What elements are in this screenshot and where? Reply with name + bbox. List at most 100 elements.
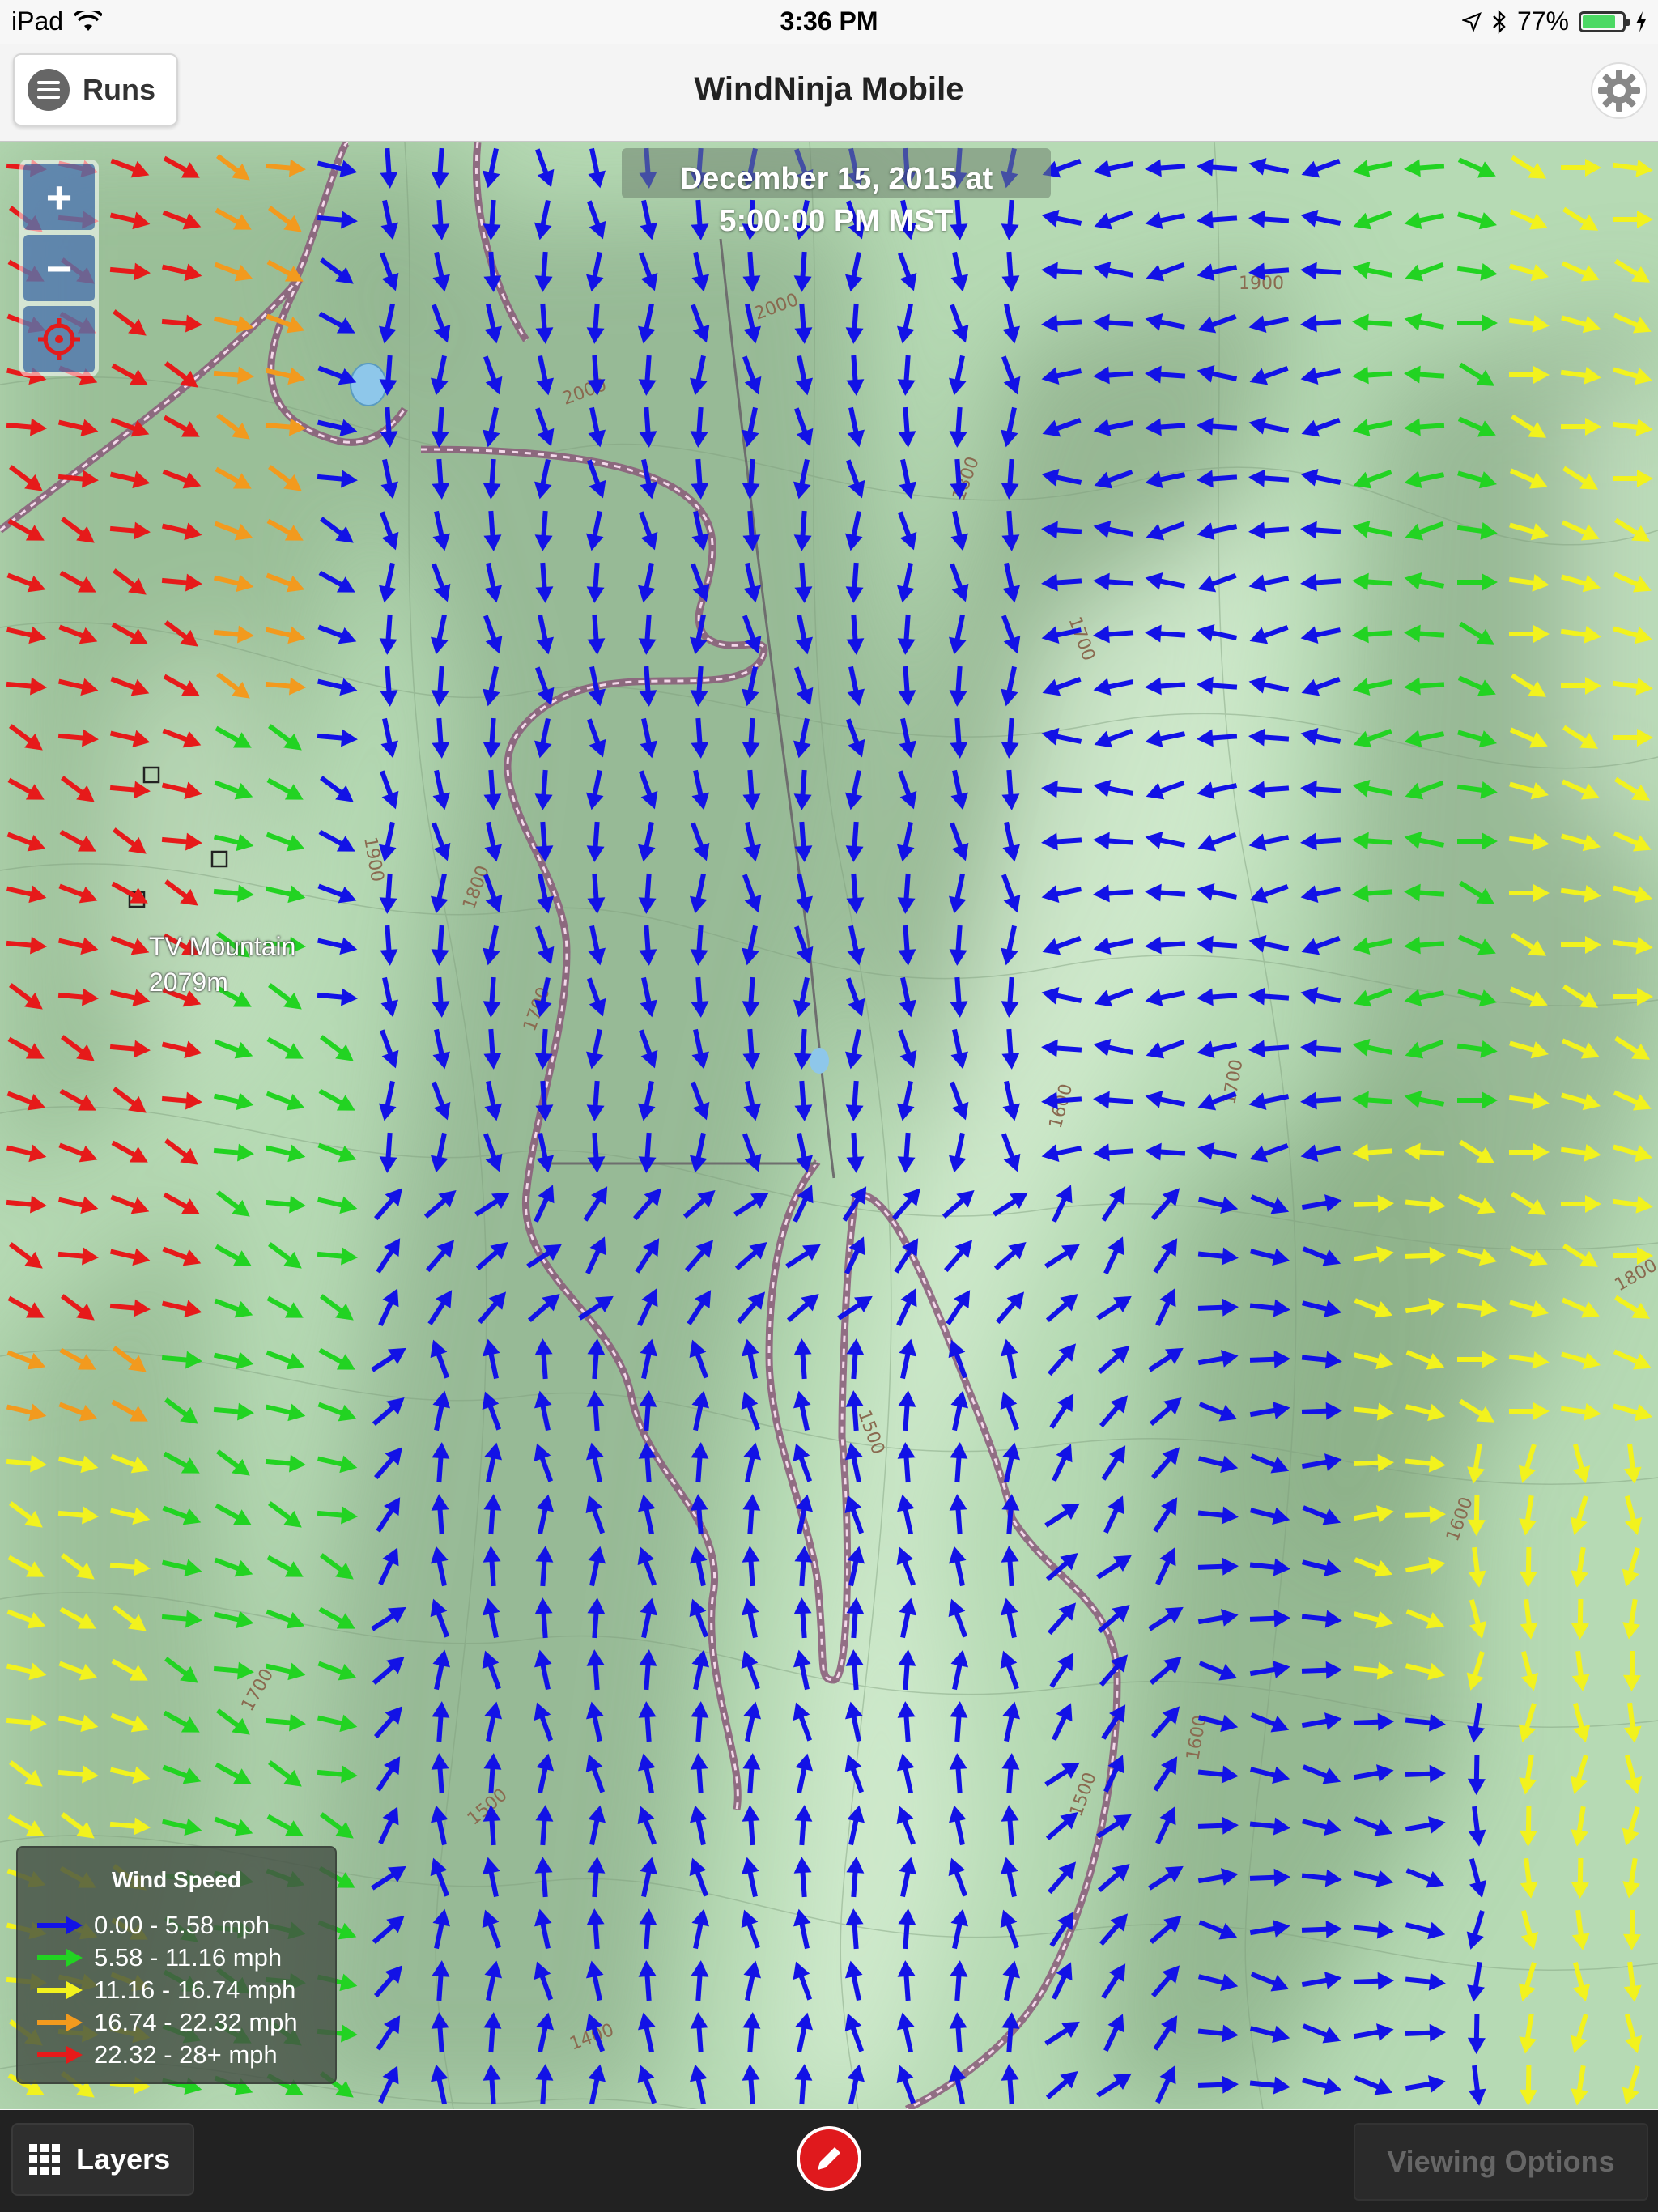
- wind-arrow: [1093, 779, 1134, 798]
- wind-arrow: [639, 406, 657, 448]
- wind-arrow: [113, 827, 147, 854]
- wind-arrow: [637, 303, 656, 344]
- wind-arrow: [844, 251, 863, 292]
- wind-arrow: [317, 1402, 357, 1422]
- wind-arrow: [266, 313, 305, 334]
- wind-arrow: [1197, 676, 1238, 695]
- wind-arrow: [534, 407, 555, 447]
- wind-arrow: [431, 1494, 449, 1535]
- wind-arrow: [7, 1036, 45, 1059]
- wind-arrow: [1197, 1142, 1238, 1160]
- wind-arrow: [1041, 521, 1082, 539]
- wind-arrow: [1249, 1299, 1290, 1317]
- wind-arrow: [1353, 210, 1392, 230]
- wind-arrow: [1198, 1920, 1238, 1940]
- wind-arrow: [110, 1194, 150, 1214]
- wind-arrow: [690, 666, 708, 707]
- wind-arrow: [1197, 1298, 1239, 1317]
- wind-arrow: [425, 1240, 455, 1273]
- wind-arrow: [1041, 262, 1082, 280]
- wind-arrow: [162, 1764, 202, 1784]
- wind-arrow: [6, 1454, 47, 1473]
- wind-arrow: [1561, 574, 1601, 593]
- wind-arrow: [587, 355, 606, 396]
- wind-arrow: [216, 154, 250, 181]
- wind-arrow: [1301, 1869, 1342, 1887]
- layers-button[interactable]: Layers: [11, 2123, 194, 2196]
- locate-button[interactable]: [23, 306, 95, 372]
- wind-arrow: [1197, 988, 1238, 1006]
- wind-arrow: [1197, 1506, 1239, 1525]
- wind-arrow: [690, 563, 710, 602]
- wind-arrow: [845, 977, 865, 1017]
- wind-arrow: [1101, 1445, 1126, 1481]
- wind-arrow: [793, 1649, 811, 1691]
- wind-arrow: [1520, 1910, 1539, 1950]
- zoom-in-button[interactable]: +: [23, 164, 95, 230]
- wind-arrow: [1560, 625, 1601, 644]
- wind-arrow: [1249, 1817, 1290, 1836]
- edit-button[interactable]: [797, 2126, 861, 2191]
- timestamp-date: December 15, 2015 at: [679, 162, 993, 196]
- wind-arrow: [793, 407, 814, 447]
- wind-arrow: [1352, 313, 1393, 332]
- wind-arrow: [484, 1701, 503, 1742]
- wind-arrow: [1467, 1702, 1485, 1743]
- wind-arrow: [637, 1806, 657, 1845]
- wind-arrow: [1613, 211, 1653, 228]
- wind-arrow: [432, 1960, 450, 2001]
- wind-arrow: [483, 1546, 501, 1587]
- gear-icon[interactable]: [1587, 58, 1652, 123]
- wind-arrow: [742, 1028, 761, 1070]
- wind-arrow: [431, 563, 451, 602]
- wind-arrow: [640, 458, 658, 500]
- wind-arrow: [1354, 1298, 1393, 1318]
- wind-arrow: [527, 1293, 560, 1323]
- legend-title: Wind Speed: [112, 1867, 241, 1892]
- wind-arrow: [898, 1908, 916, 1950]
- wind-arrow: [61, 1035, 95, 1061]
- wind-arrow: [265, 367, 306, 385]
- wind-arrow: [1093, 520, 1134, 538]
- wind-arrow: [1093, 572, 1134, 591]
- wind-map[interactable]: 2000 2000 1900 1900 1800 1800 1800 1700 …: [0, 142, 1658, 2109]
- wind-arrow: [794, 2064, 813, 2105]
- wind-arrow: [1093, 1143, 1134, 1162]
- wind-arrow: [430, 1132, 449, 1173]
- wind-arrow: [536, 1132, 555, 1173]
- wind-arrow: [483, 510, 502, 551]
- wind-arrow: [1300, 209, 1341, 228]
- wind-arrow: [1405, 1195, 1446, 1214]
- wind-arrow: [536, 355, 555, 396]
- wind-arrow: [950, 769, 969, 810]
- wind-arrow: [163, 155, 200, 178]
- wind-arrow: [1613, 729, 1653, 747]
- wind-arrow: [214, 521, 253, 541]
- wind-arrow: [1613, 313, 1652, 334]
- wind-arrow: [690, 1081, 710, 1121]
- wind-arrow: [1353, 1505, 1394, 1523]
- wind-arrow: [948, 355, 967, 396]
- wind-arrow: [691, 769, 710, 810]
- wind-arrow: [372, 1397, 405, 1427]
- wind-arrow: [1197, 1609, 1239, 1627]
- zoom-out-button[interactable]: −: [23, 235, 95, 301]
- wind-arrow: [1509, 727, 1548, 748]
- viewing-options-button[interactable]: Viewing Options: [1354, 2123, 1648, 2201]
- wind-arrow: [1457, 675, 1496, 696]
- wind-arrow: [536, 2012, 555, 2053]
- wind-arrow: [950, 1442, 968, 1483]
- wind-arrow: [846, 1857, 865, 1898]
- wind-arrow: [1248, 262, 1290, 281]
- wind-arrow: [9, 983, 43, 1010]
- wind-arrow: [109, 262, 151, 281]
- wind-arrow: [265, 885, 306, 904]
- wind-arrow: [733, 1192, 769, 1217]
- wind-arrow: [1572, 1444, 1591, 1484]
- wind-arrow: [1301, 1972, 1342, 1989]
- wind-arrow: [1302, 2023, 1341, 2044]
- wind-arrow: [691, 1649, 710, 1691]
- wind-arrow: [742, 2064, 760, 2105]
- wind-arrow: [846, 1338, 865, 1380]
- wind-arrow: [793, 666, 814, 706]
